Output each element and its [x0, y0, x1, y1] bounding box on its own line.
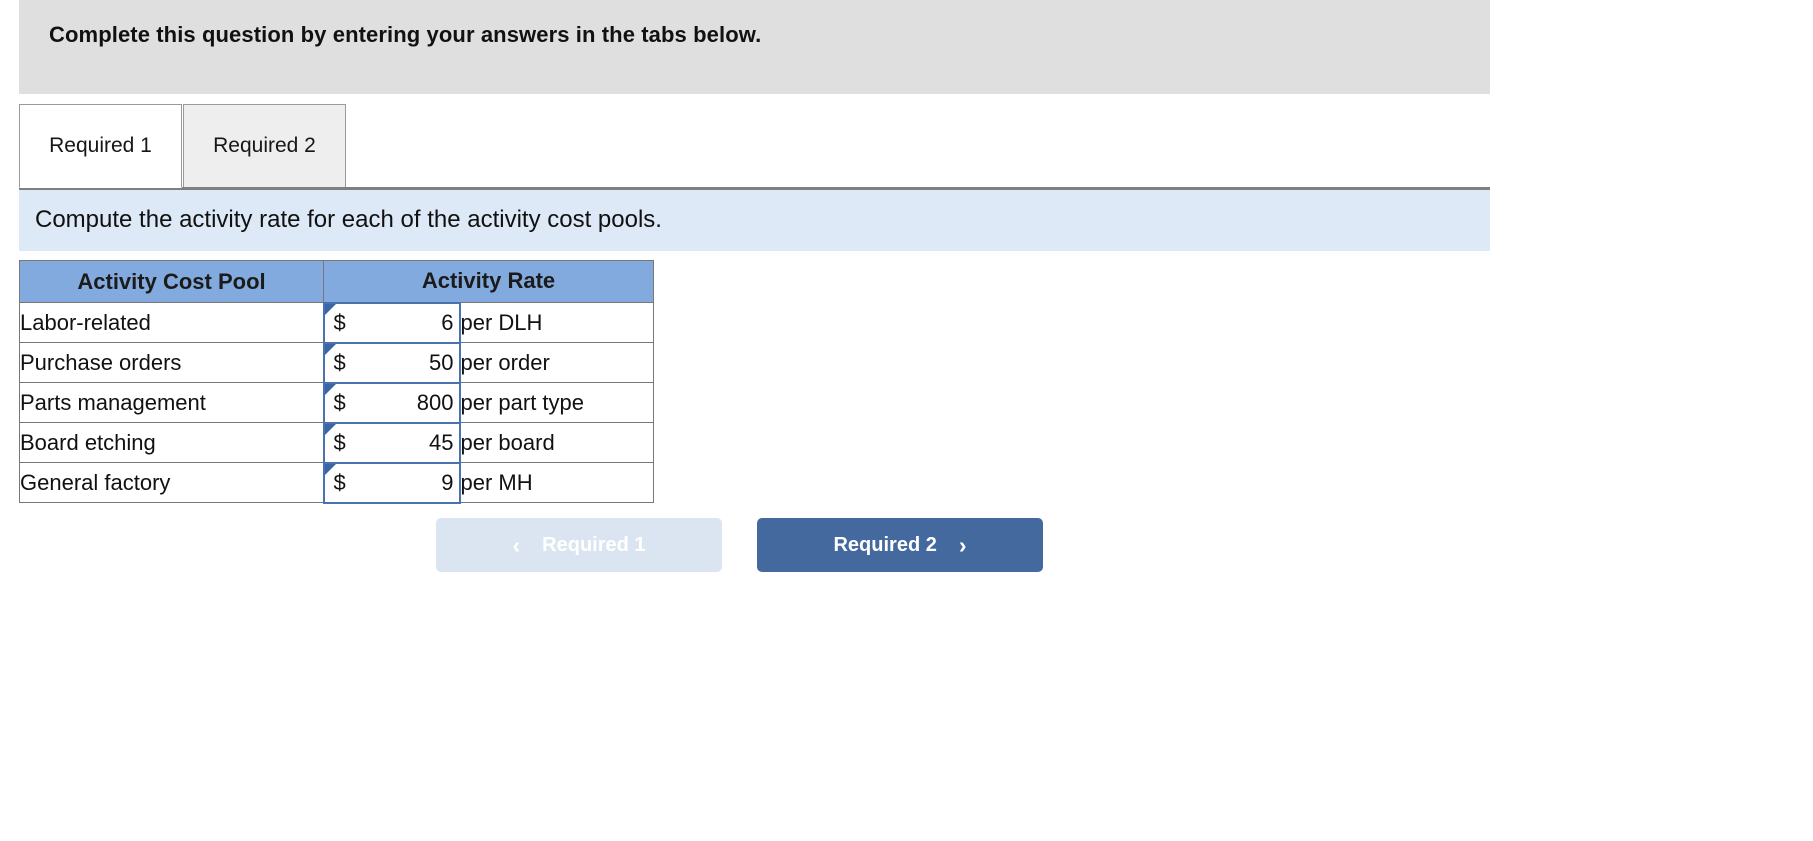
table-body: Labor-related $ 6 per DLH Purchase order…: [19, 301, 654, 504]
activity-rate-input-board-etching[interactable]: $ 45: [322, 421, 461, 464]
tab-required-2[interactable]: Required 2: [183, 104, 346, 188]
table-row: Parts management $ 800 per part type: [19, 381, 654, 424]
prev-button-label: Required 1: [542, 533, 646, 556]
currency-symbol: $: [333, 429, 346, 455]
tab-strip: Required 1 Required 2: [19, 104, 1490, 188]
instruction-banner: Complete this question by entering your …: [19, 0, 1490, 94]
cell-rate-unit: per DLH: [459, 302, 654, 343]
cell-activity-cost-pool: Parts management: [19, 382, 324, 423]
activity-rate-input-labor-related[interactable]: $ 6: [322, 301, 461, 344]
instruction-banner-text: Complete this question by entering your …: [49, 22, 762, 47]
activity-rate-value: 800: [416, 389, 454, 415]
activity-rate-value: 45: [429, 429, 454, 455]
activity-rate-table: Activity Cost Pool Activity Rate Labor-r…: [19, 260, 654, 504]
table-row: Purchase orders $ 50 per order: [19, 341, 654, 384]
prev-required-1-button[interactable]: ‹ Required 1: [436, 518, 722, 572]
table-row: Board etching $ 45 per board: [19, 421, 654, 464]
requirement-text: Compute the activity rate for each of th…: [35, 206, 662, 233]
activity-rate-input-purchase-orders[interactable]: $ 50: [322, 341, 461, 384]
cell-rate-unit: per part type: [459, 382, 654, 423]
tab-required-1[interactable]: Required 1: [19, 104, 182, 188]
requirement-banner: Compute the activity rate for each of th…: [19, 187, 1490, 251]
currency-symbol: $: [333, 309, 346, 335]
activity-rate-value: 9: [441, 469, 454, 495]
table-header-row: Activity Cost Pool Activity Rate: [19, 260, 654, 303]
next-required-2-button[interactable]: Required 2 ›: [757, 518, 1043, 572]
table-row: General factory $ 9 per MH: [19, 461, 654, 504]
cell-activity-cost-pool: Labor-related: [19, 302, 324, 343]
question-page: Complete this question by entering your …: [0, 0, 1813, 841]
cell-activity-cost-pool: General factory: [19, 462, 324, 503]
next-button-label: Required 2: [833, 533, 937, 556]
cell-activity-cost-pool: Purchase orders: [19, 342, 324, 383]
table-head: Activity Cost Pool Activity Rate: [19, 260, 654, 303]
cell-rate-unit: per MH: [459, 462, 654, 503]
currency-symbol: $: [333, 349, 346, 375]
column-header-activity-rate: Activity Rate: [323, 260, 654, 303]
activity-rate-input-general-factory[interactable]: $ 9: [322, 461, 461, 504]
currency-symbol: $: [333, 389, 346, 415]
column-header-activity-cost-pool: Activity Cost Pool: [19, 260, 324, 303]
activity-rate-input-parts-management[interactable]: $ 800: [322, 381, 461, 424]
currency-symbol: $: [333, 469, 346, 495]
table-row: Labor-related $ 6 per DLH: [19, 301, 654, 344]
tab-navigation: ‹ Required 1 Required 2 ›: [436, 518, 1043, 572]
tab-required-2-label: Required 2: [213, 134, 316, 157]
activity-rate-value: 50: [429, 349, 454, 375]
chevron-left-icon: ‹: [512, 531, 521, 558]
tab-required-1-label: Required 1: [49, 134, 152, 157]
cell-rate-unit: per board: [459, 422, 654, 463]
chevron-right-icon: ›: [958, 531, 967, 558]
cell-rate-unit: per order: [459, 342, 654, 383]
cell-activity-cost-pool: Board etching: [19, 422, 324, 463]
activity-rate-value: 6: [441, 309, 454, 335]
